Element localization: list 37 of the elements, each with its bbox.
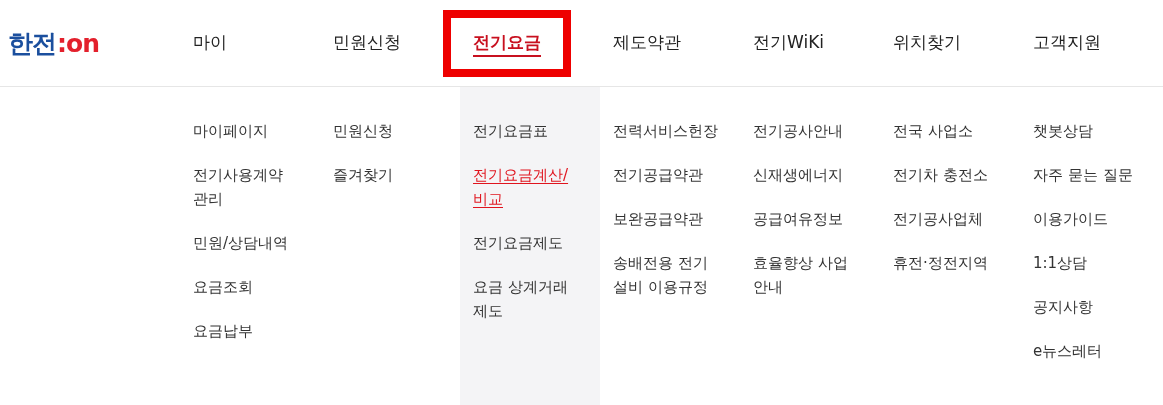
menu-link[interactable]: 신재생에너지 bbox=[753, 163, 843, 187]
menu-link[interactable]: 전국 사업소 bbox=[893, 119, 973, 143]
menu-link[interactable]: 공급여유정보 bbox=[753, 207, 843, 231]
logo-link[interactable]: 한전:on bbox=[8, 26, 99, 60]
menu-link[interactable]: 요금납부 bbox=[193, 319, 253, 343]
menu-link[interactable]: 휴전·정전지역 bbox=[893, 251, 988, 275]
menu-link[interactable]: 전기차 충전소 bbox=[893, 163, 988, 187]
menu-link[interactable]: 민원/상담내역 bbox=[193, 231, 289, 255]
menu-link[interactable]: 1:1상담 bbox=[1033, 251, 1088, 275]
menu-link[interactable]: 이용가이드 bbox=[1033, 207, 1108, 231]
menu-link[interactable]: 전기요금제도 bbox=[473, 231, 563, 255]
menu-link[interactable]: 즐겨찾기 bbox=[333, 163, 393, 187]
nav-tab[interactable]: 전기요금 bbox=[443, 9, 571, 77]
menu-link[interactable]: 효율향상 사업 안내 bbox=[753, 251, 867, 299]
menu-link[interactable]: 전기공급약관 bbox=[613, 163, 703, 187]
menu-link[interactable]: e뉴스레터 bbox=[1033, 339, 1103, 363]
menu-link[interactable]: 마이페이지 bbox=[193, 119, 268, 143]
menu-link[interactable]: 자주 묻는 질문 bbox=[1033, 163, 1133, 187]
nav-tab[interactable]: 위치찾기 bbox=[863, 9, 991, 77]
menu-link[interactable]: 요금조회 bbox=[193, 275, 253, 299]
menu-link[interactable]: 전기요금표 bbox=[473, 119, 548, 143]
menu-link[interactable]: 전력서비스헌장 bbox=[613, 119, 718, 143]
menu-link[interactable]: 전기공사업체 bbox=[893, 207, 983, 231]
menu-link[interactable]: 송배전용 전기 설비 이용규정 bbox=[613, 251, 727, 299]
menu-link[interactable]: 민원신청 bbox=[333, 119, 393, 143]
nav-tab[interactable]: 전기WiKi bbox=[723, 9, 855, 77]
menu-link[interactable]: 요금 상계거래 제도 bbox=[473, 275, 587, 323]
menu-link[interactable]: 전기공사안내 bbox=[753, 119, 843, 143]
menu-link[interactable]: 보완공급약관 bbox=[613, 207, 703, 231]
nav-tab[interactable]: 마이 bbox=[163, 9, 257, 77]
nav-tab[interactable]: 제도약관 bbox=[583, 9, 711, 77]
menu-link[interactable]: 공지사항 bbox=[1033, 295, 1093, 319]
menu-link[interactable]: 챗봇상담 bbox=[1033, 119, 1093, 143]
nav-tab[interactable]: 민원신청 bbox=[303, 9, 431, 77]
menu-link[interactable]: 전기사용계약 관리 bbox=[193, 163, 307, 211]
menu-link[interactable]: 전기요금계산/비교 bbox=[473, 163, 587, 211]
nav-tab[interactable]: 고객지원 bbox=[1003, 9, 1131, 77]
